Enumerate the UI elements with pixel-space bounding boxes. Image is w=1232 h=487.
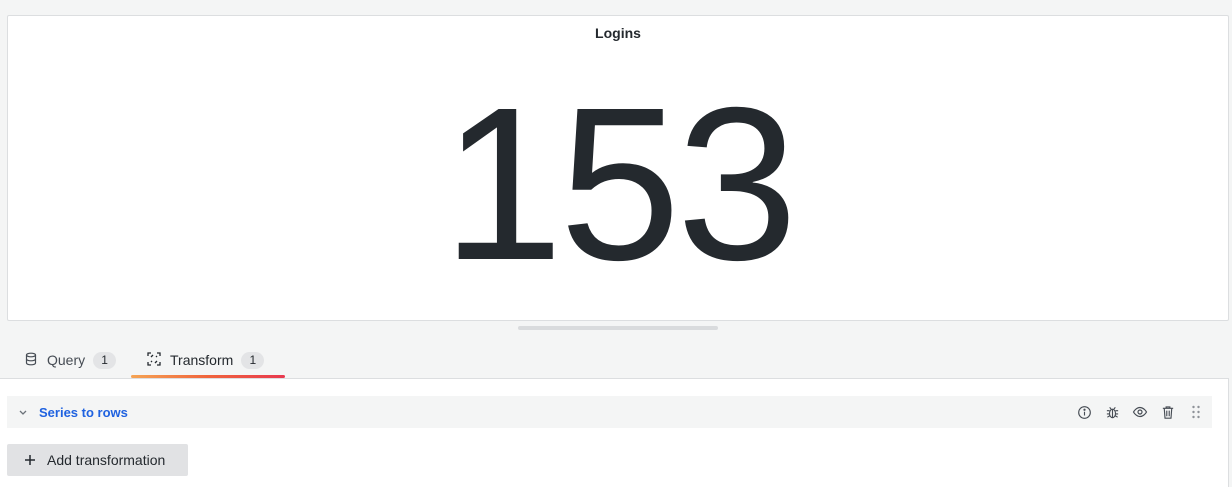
debug-icon[interactable]: [1104, 404, 1120, 420]
eye-icon[interactable]: [1132, 404, 1148, 420]
database-icon: [24, 352, 38, 369]
tab-query-count: 1: [93, 351, 117, 369]
transformation-actions: [1076, 396, 1204, 428]
drag-handle-icon[interactable]: [1188, 404, 1204, 420]
editor-tabs: Query 1 Transform 1: [0, 342, 1232, 378]
plus-icon: [23, 453, 37, 467]
tab-query-label: Query: [47, 352, 86, 368]
transformation-row[interactable]: Series to rows: [7, 396, 1212, 428]
transform-editor: Series to rows Add transformation: [0, 378, 1229, 487]
add-transformation-button[interactable]: Add transformation: [7, 444, 188, 476]
chevron-down-icon[interactable]: [17, 406, 29, 418]
trash-icon[interactable]: [1160, 404, 1176, 420]
tab-transform[interactable]: Transform 1: [131, 342, 285, 378]
transformation-title[interactable]: Series to rows: [39, 405, 128, 420]
transform-icon: [147, 351, 161, 369]
stat-value: 153: [442, 63, 798, 306]
tab-query[interactable]: Query 1: [24, 342, 117, 378]
tab-transform-count: 1: [241, 351, 265, 369]
panel-title: Logins: [595, 25, 641, 41]
info-icon[interactable]: [1076, 404, 1092, 420]
resize-splitter[interactable]: [518, 326, 718, 330]
add-transformation-label: Add transformation: [47, 452, 166, 468]
stat-panel: Logins 153: [7, 15, 1229, 321]
tab-transform-label: Transform: [170, 352, 234, 368]
